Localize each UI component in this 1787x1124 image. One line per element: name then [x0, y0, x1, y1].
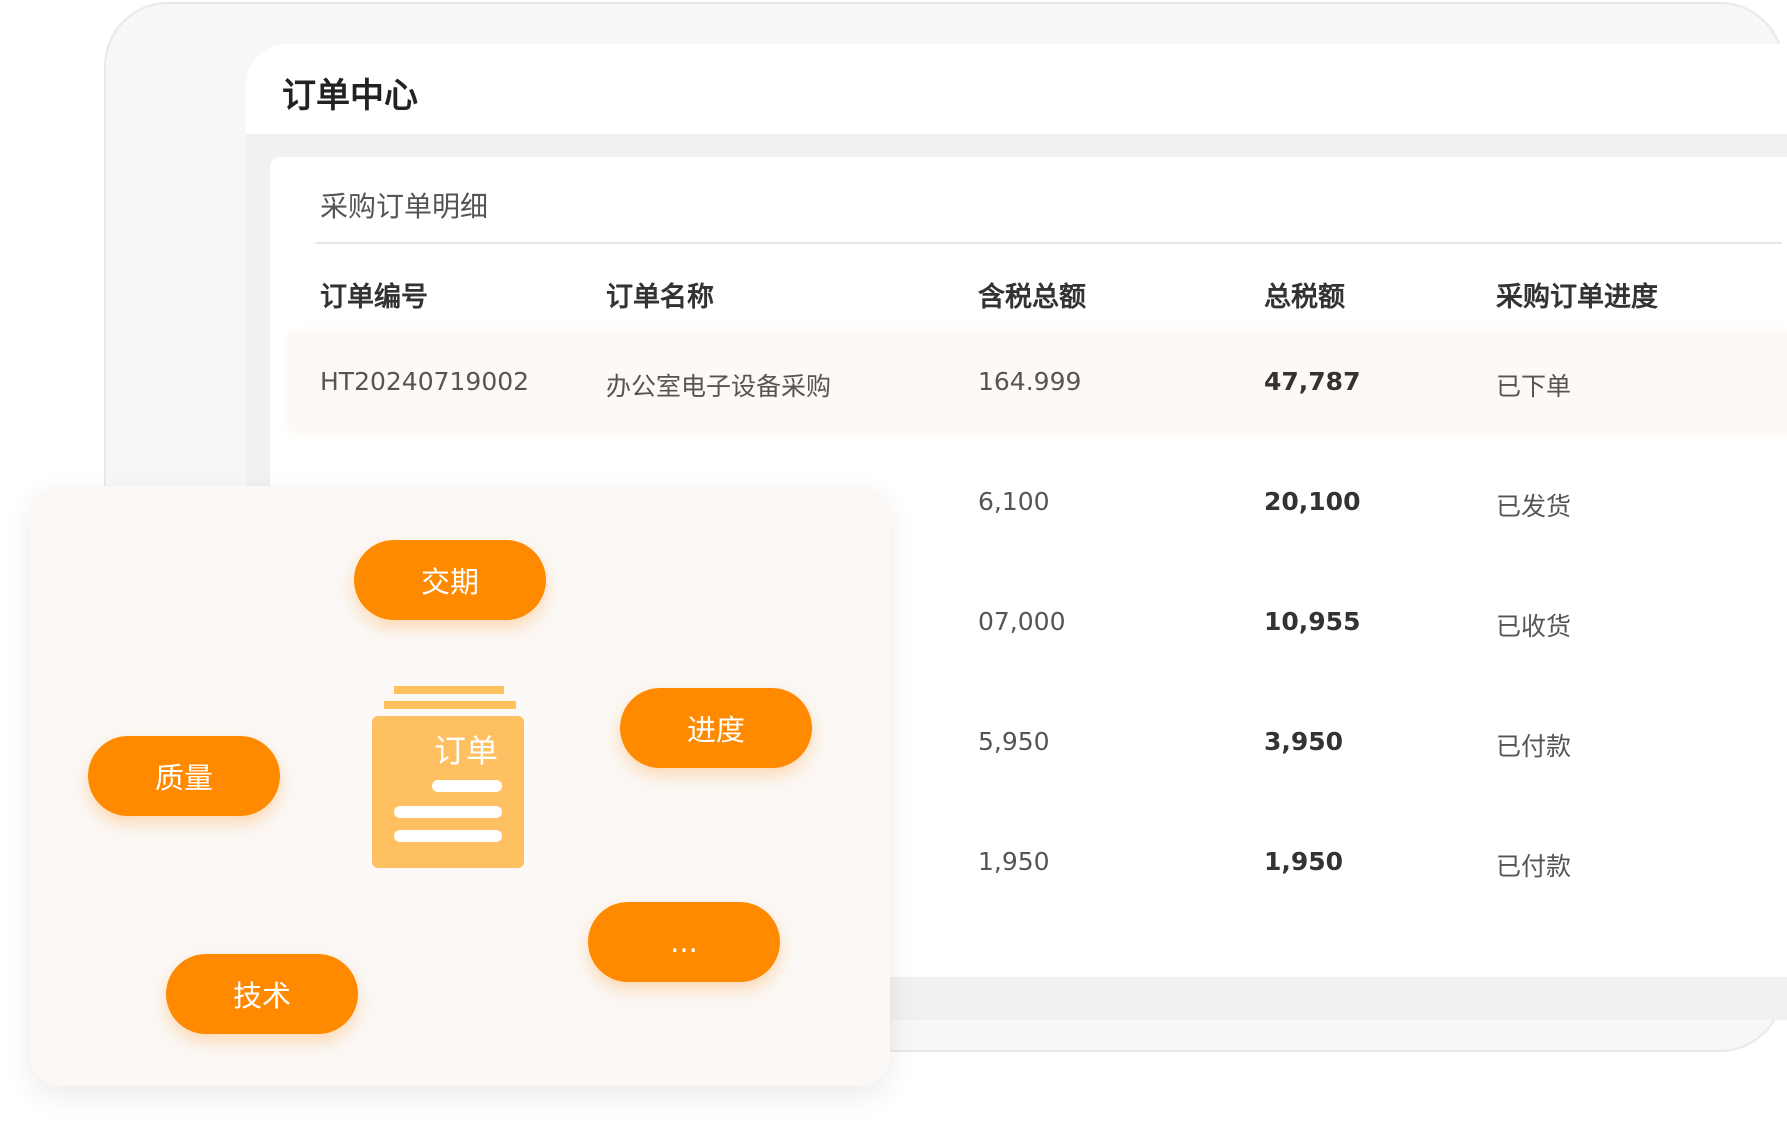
tag-quality[interactable]: 质量 — [88, 736, 280, 816]
cell-status: 已下单 — [1496, 372, 1572, 401]
doc-label: 订单 — [434, 732, 499, 770]
stage: 订单中心 采购订单明细 订单编号 订单名称 含税总额 总税额 采购订单进度 HT… — [0, 0, 1787, 1124]
header-order-progress[interactable]: 采购订单进度 — [1496, 275, 1658, 314]
cell-gross-total: 1,950 — [978, 847, 1050, 876]
header-tax-total[interactable]: 总税额 — [1264, 275, 1345, 314]
tag-technology[interactable]: 技术 — [166, 954, 358, 1034]
cell-status: 已收货 — [1496, 612, 1572, 641]
cell-tax-total: 20,100 — [1264, 487, 1361, 516]
cell-status: 已付款 — [1496, 852, 1572, 881]
tag-delivery-date[interactable]: 交期 — [354, 540, 546, 620]
app-title: 订单中心 — [282, 76, 418, 116]
app-header: 订单中心 — [246, 44, 1787, 134]
tag-more[interactable]: ... — [588, 902, 780, 982]
cell-order-no: HT20240719002 — [320, 367, 530, 396]
header-order-no[interactable]: 订单编号 — [320, 275, 428, 314]
header-gross-total[interactable]: 含税总额 — [978, 275, 1086, 314]
order-dimensions-overlay: 交期 进度 质量 技术 ... 订单 — [30, 486, 890, 1086]
order-document-icon: 订单 — [372, 686, 528, 872]
doc-text-line — [394, 830, 502, 842]
cell-order-name: 办公室电子设备采购 — [606, 372, 832, 401]
cell-tax-total: 1,950 — [1264, 847, 1344, 876]
section-divider — [316, 242, 1782, 244]
tag-progress[interactable]: 进度 — [620, 688, 812, 768]
cell-tax-total: 3,950 — [1264, 727, 1344, 756]
cell-gross-total: 07,000 — [978, 607, 1066, 636]
cell-tax-total: 10,955 — [1264, 607, 1361, 636]
section-title: 采购订单明细 — [320, 190, 489, 223]
doc-body: 订单 — [372, 716, 524, 868]
doc-text-line — [432, 780, 502, 792]
header-order-name[interactable]: 订单名称 — [606, 275, 714, 314]
cell-gross-total: 5,950 — [978, 727, 1050, 756]
cell-status: 已发货 — [1496, 492, 1572, 521]
doc-stack-line — [394, 686, 504, 694]
table-row[interactable]: HT20240719002 办公室电子设备采购 164.999 47,787 已… — [270, 331, 1787, 431]
doc-stack-line — [384, 701, 516, 709]
cell-tax-total: 47,787 — [1264, 367, 1361, 396]
cell-status: 已付款 — [1496, 732, 1572, 761]
doc-text-line — [394, 806, 502, 818]
table-header: 订单编号 订单名称 含税总额 总税额 采购订单进度 — [270, 275, 1787, 315]
cell-gross-total: 6,100 — [978, 487, 1050, 516]
cell-gross-total: 164.999 — [978, 367, 1082, 396]
